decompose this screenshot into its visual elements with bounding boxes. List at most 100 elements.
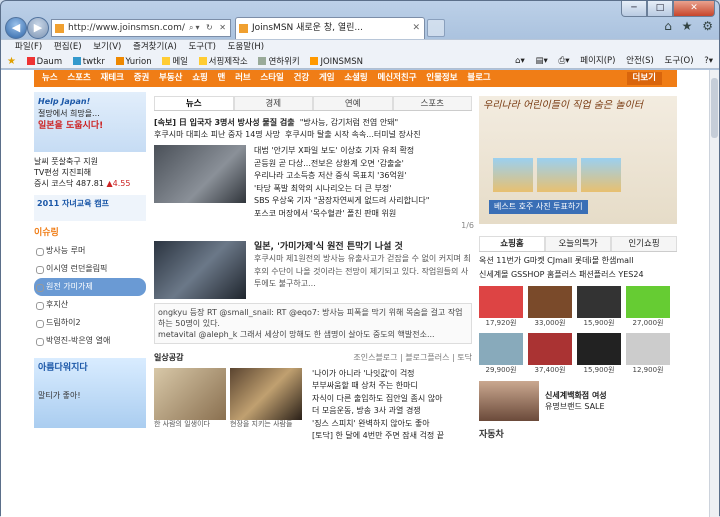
menu-favorites[interactable]: 즐겨찾기(A) [133, 42, 177, 52]
headline[interactable]: 후쿠시마 대피소 피난 중자 14명 사망 후쿠시마 탈출 시작 속속...터미… [154, 129, 472, 141]
link-stock[interactable]: 증시 [34, 179, 49, 188]
product-card[interactable]: 29,900원 [479, 333, 523, 375]
favorites-star-icon[interactable]: ★ [7, 54, 16, 68]
cmd-safety[interactable]: 안전(S) [626, 56, 654, 66]
cmd-page[interactable]: 페이지(P) [580, 56, 615, 66]
back-button[interactable]: ◀ [5, 17, 27, 39]
shop-links[interactable]: 옥션 11번가 G마켓 CJmall 롯데i몰 한샘mall [479, 255, 677, 266]
menu-edit[interactable]: 편집(E) [54, 42, 82, 52]
menu-view[interactable]: 보기(V) [93, 42, 121, 52]
nav-game[interactable]: 게임 [319, 73, 335, 83]
tab-popular[interactable]: 인기쇼핑 [611, 236, 677, 251]
nav-finance[interactable]: 재테크 [101, 73, 124, 83]
tag-link[interactable]: 조인스블로그 [353, 353, 397, 362]
minimize-button[interactable]: ─ [621, 1, 647, 17]
tag-link[interactable]: 블로그플러스 [405, 353, 449, 362]
forward-button[interactable]: ▶ [27, 17, 49, 39]
shop-links[interactable]: 신세계몰 GSSHOP 홈플러스 패션플러스 YES24 [479, 269, 677, 280]
vote-button[interactable]: 베스트 호주 사진 투표하기 [489, 200, 588, 214]
fav-wiki[interactable]: 연하위키 [258, 55, 300, 68]
news-item[interactable]: 곧등원 곧 다상...전보은 상환계 오면 '감출술' [254, 158, 474, 171]
tab-close-icon[interactable]: ✕ [412, 18, 420, 38]
address-bar[interactable]: http://www.joinsmsn.com/ ⌕▾ ↻ ✕ [51, 19, 231, 37]
product-card[interactable]: 15,900원 [577, 333, 621, 375]
nav-people[interactable]: 인물정보 [426, 73, 457, 83]
nav-shopping[interactable]: 쇼핑 [192, 73, 208, 83]
product-card[interactable]: 15,900원 [577, 286, 621, 328]
news-photo[interactable] [154, 145, 246, 203]
life-card[interactable]: 한 사람의 일생이다 [154, 367, 226, 443]
menu-tools[interactable]: 도구(T) [188, 42, 215, 52]
nav-news[interactable]: 뉴스 [42, 73, 58, 83]
link-quake[interactable]: 지진피해 [62, 168, 91, 177]
help-icon[interactable]: ?▾ [704, 56, 713, 66]
link-tv[interactable]: TV편성 [34, 168, 59, 177]
fav-joinsmsn[interactable]: JOINSMSN [310, 55, 363, 68]
menu-file[interactable]: 파일(F) [15, 42, 42, 52]
pager[interactable]: 1/6 [254, 220, 474, 233]
product-card[interactable]: 37,400원 [528, 333, 572, 375]
issue-item-selected[interactable]: 원전 가미가제 [34, 278, 146, 296]
issue-item[interactable]: 후지산 [34, 296, 146, 314]
life-item[interactable]: 자식이 다른 출입하도 집안일 좀시 않아 [312, 393, 472, 406]
headline[interactable]: [속보] 日 입국자 3명서 방사성 물질 검출 "방사능, 감기처럼 전염 안… [154, 117, 472, 129]
cmd-tools[interactable]: 도구(O) [665, 56, 694, 66]
product-card[interactable]: 12,900원 [626, 333, 670, 375]
link-futsal[interactable]: 풋살축구 지원 [51, 157, 98, 166]
news-item[interactable]: '타당 폭발 최악의 시나리오는 더 큰 부정' [254, 183, 474, 196]
favorites-star-icon[interactable]: ★ [682, 19, 693, 33]
close-button[interactable]: ✕ [673, 1, 715, 17]
life-item[interactable]: 부부싸움할 때 상처 주는 한마디 [312, 380, 472, 393]
nav-social[interactable]: 소셜링 [344, 73, 367, 83]
fav-twtkr[interactable]: twtkr [72, 55, 105, 68]
vertical-scrollbar[interactable] [709, 70, 719, 517]
nav-sports[interactable]: 스포츠 [67, 73, 90, 83]
scroll-thumb[interactable] [711, 78, 718, 138]
nav-realestate[interactable]: 부동산 [159, 73, 182, 83]
maximize-button[interactable]: □ [647, 1, 673, 17]
fav-yurion[interactable]: Yurion [115, 55, 152, 68]
product-card[interactable]: 17,920원 [479, 286, 523, 328]
tab-news[interactable]: 뉴스 [154, 96, 234, 110]
help-japan-ad[interactable]: Help Japan! 절망에서 희망을... 일본을 도웁시다! [34, 92, 146, 152]
nav-blog[interactable]: 블로그 [467, 73, 490, 83]
nav-messenger[interactable]: 메신저친구 [377, 73, 416, 83]
nav-style[interactable]: 스타일 [260, 73, 283, 83]
fav-mail[interactable]: 메일 [162, 55, 188, 68]
issue-item[interactable]: 방사능 루머 [34, 242, 146, 260]
tab-economy[interactable]: 경제 [233, 96, 313, 110]
tab-shop-home[interactable]: 쇼핑홈 [479, 236, 545, 251]
nav-more-button[interactable]: 더보기 [626, 72, 662, 85]
link-weather[interactable]: 날씨 [34, 157, 49, 166]
camp-ad[interactable]: 2011 자녀교육 캠프 [34, 195, 146, 221]
browser-tab[interactable]: JoinsMSN 새로운 창, 열린... ✕ [235, 17, 425, 39]
news-item[interactable]: 포스코 머장에서 '목수혈관' 폴친 판매 위원 [254, 208, 474, 221]
story-photo[interactable] [154, 240, 246, 299]
nav-health[interactable]: 건강 [294, 73, 310, 83]
page-home-icon[interactable]: ⌂▾ [515, 56, 525, 66]
menu-help[interactable]: 도움말(H) [228, 42, 264, 52]
life-item[interactable]: '징스 스피치' 완벽하지 않아도 좋아 [312, 418, 472, 431]
nav-love[interactable]: 러브 [235, 73, 251, 83]
fav-surfing[interactable]: 서핑제작소 [198, 55, 248, 68]
product-card[interactable]: 33,000원 [528, 286, 572, 328]
tab-sports[interactable]: 스포츠 [392, 96, 472, 110]
new-tab-button[interactable] [427, 19, 445, 37]
life-item[interactable]: '나이가 아니라 '나잇값'이 걱정 [312, 368, 472, 381]
issue-item[interactable]: 박영진-박은영 열애 [34, 332, 146, 350]
story-title[interactable]: 일본, '가미가제'식 원전 튼막기 나설 것 [254, 241, 474, 254]
australia-ad[interactable]: 우리나라 어린이들이 직업 숨은 놀이터 베스트 호주 사진 투표하기 [479, 96, 677, 224]
tab-today-deal[interactable]: 오늘의특가 [545, 236, 611, 251]
refresh-icon[interactable]: ⌕▾ ↻ ✕ [189, 20, 228, 36]
gear-icon[interactable]: ⚙ [702, 19, 713, 33]
feeds-icon[interactable]: ▤▾ [535, 56, 547, 66]
tag-link[interactable]: 토닥 [457, 353, 472, 362]
fav-daum[interactable]: Daum [26, 55, 62, 68]
issue-item[interactable]: 드림하이2 [34, 314, 146, 332]
product-card[interactable]: 27,000원 [626, 286, 670, 328]
life-card[interactable]: 현장을 지키는 사람들 [230, 367, 302, 443]
dept-store-promo[interactable]: 신세계백화점 여성 유명브랜드 SALE [479, 381, 677, 421]
tab-entertainment[interactable]: 연예 [313, 96, 393, 110]
print-icon[interactable]: ⎙▾ [558, 56, 569, 66]
beauty-ad[interactable]: 아름다워지다 말티가 좋아! [34, 358, 146, 428]
